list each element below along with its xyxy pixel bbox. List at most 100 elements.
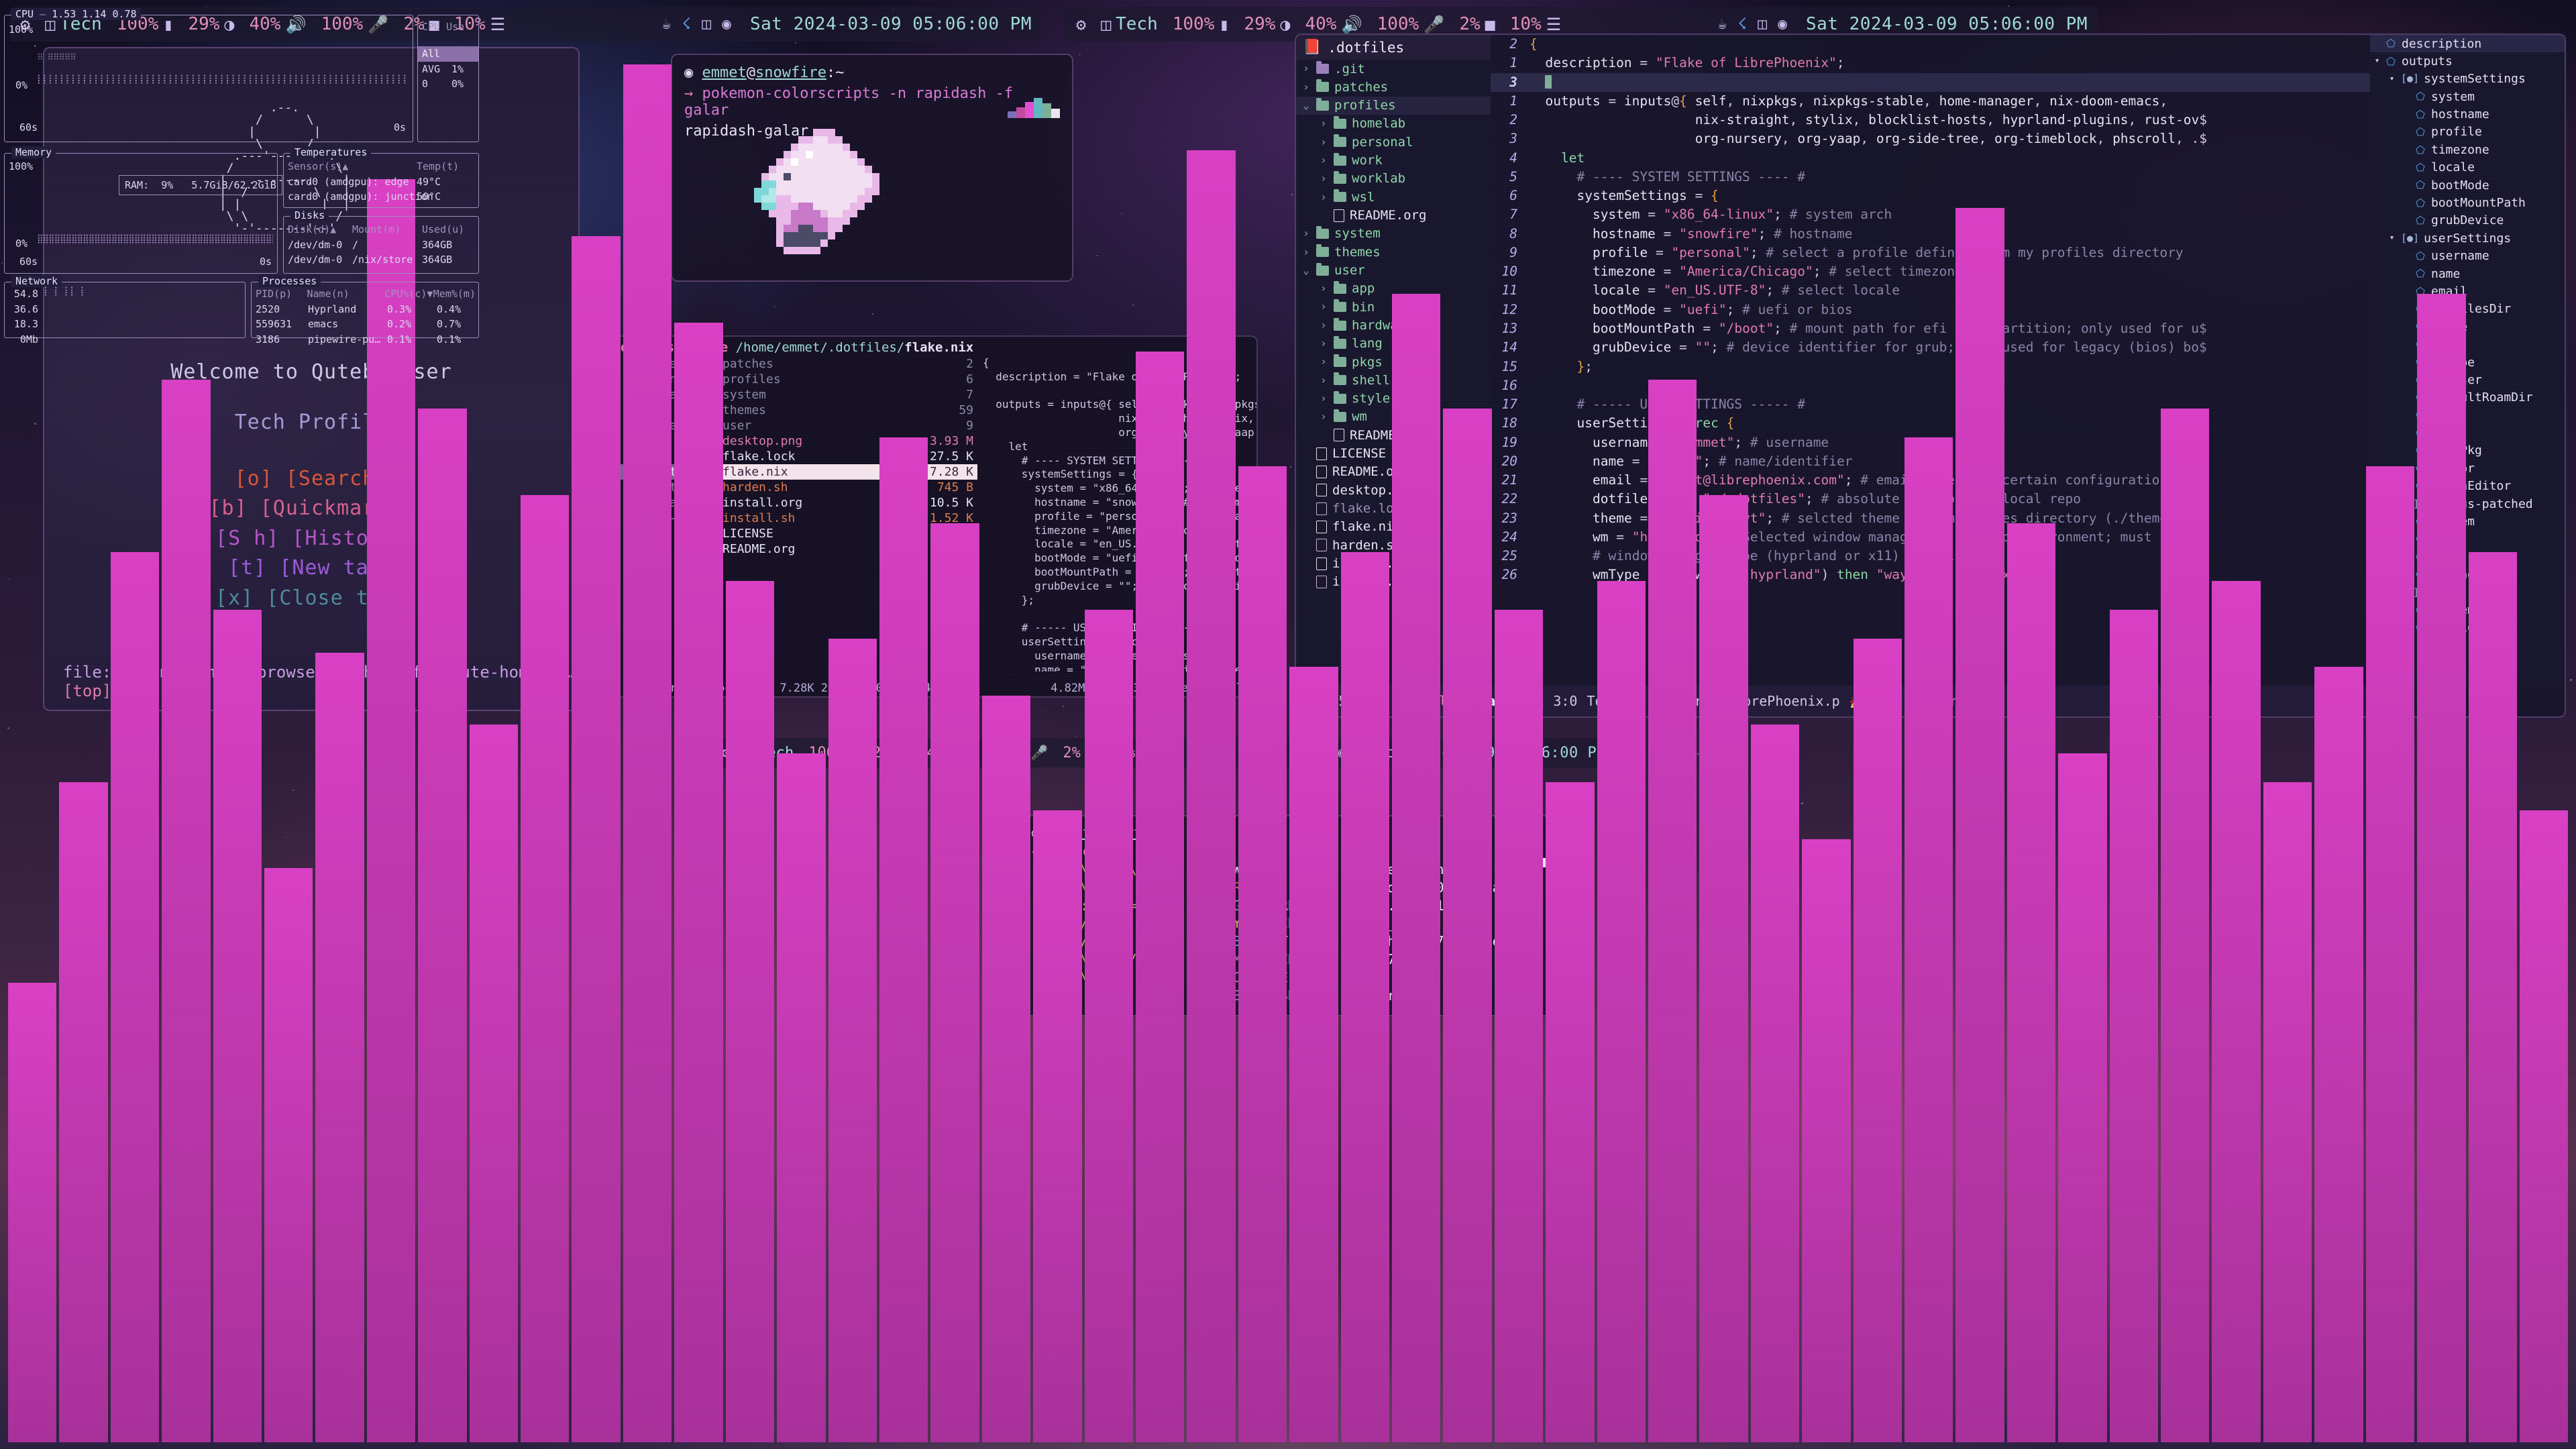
btop-disks-box[interactable]: Disks Disk(d)▲ Mount(m) Used(u) /dev/dm-0 / 3…	[283, 216, 479, 274]
cava-bar-48	[2469, 552, 2517, 1442]
btop-cpu-core-label: All	[422, 46, 451, 62]
btop-cpu-graph-peaks: ⣶ ⣶⣶⣶⣶⣶	[37, 50, 409, 60]
btop-disk-mount: /nix/store	[352, 252, 422, 268]
cava-bar-42	[2161, 409, 2209, 1442]
btop-cpu-legend-box[interactable]: CPU Use All AVG 1% 0 0%	[417, 15, 479, 142]
cava-bar-34	[1751, 724, 1799, 1442]
btop-proc-cpu: 0.2%	[387, 317, 437, 332]
btop-proc-name: emacs	[308, 317, 387, 332]
cava-bar-12	[623, 64, 672, 1442]
cava-bar-4	[213, 610, 262, 1442]
btop-network-graph: ⡇ ⡇ ⡇⡇ ⡇	[44, 286, 242, 333]
btop-proc-row[interactable]: 2520 Hyprland 0.3% 0.4%	[256, 302, 476, 317]
cava-bar-29	[1495, 610, 1543, 1442]
btop-temp-sensor: card0 (amdgpu): edge	[288, 174, 417, 190]
btop-mem-xleft: 60s	[19, 256, 38, 268]
btop-proc-pid: 3186	[256, 332, 308, 347]
btop-temp-header: Sensor(s)▲ Temp(t)	[288, 159, 474, 174]
btop-proc-row[interactable]: 559631 emacs 0.2% 0.7%	[256, 317, 476, 332]
btop-cpu-core-value: 0%	[451, 76, 464, 92]
btop-cpu-xleft: 60s	[19, 121, 38, 133]
cava-bar-11	[572, 236, 620, 1442]
cava-bar-17	[879, 437, 928, 1442]
cava-bar-22	[1136, 352, 1184, 1442]
btop-proc-cpu: 0.3%	[387, 302, 437, 317]
btop-cpu-ytop: 100%	[9, 23, 33, 36]
btop-memory-graph: ⣿⣿⣿⣿⣿⣿⣿⣿⣿⣿⣿⣿⣿⣿⣿⣿⣿⣿⣿⣿⣿⣿⣿⣿⣿⣿⣿⣿⣿⣿⣿⣿⣿⣿⣿⣿⣿⣿⣿⣿…	[37, 234, 273, 244]
cava-bar-14	[726, 581, 774, 1442]
cava-bar-24	[1238, 466, 1287, 1442]
btop-proc-row[interactable]: 3186 pipewire-pu… 0.1% 0.1%	[256, 332, 476, 347]
cava-bar-19	[982, 696, 1030, 1442]
cava-bar-3	[162, 380, 210, 1442]
cava-bar-20	[1033, 810, 1081, 1442]
cava-bar-28	[1443, 409, 1491, 1442]
cava-bar-27	[1392, 294, 1440, 1442]
btop-disk-header: Disk(d)▲ Mount(m) Used(u)	[288, 222, 474, 237]
cava-bar-36	[1854, 639, 1902, 1442]
btop-network-yaxis: 54.8 36.6 18.3 0Mb	[9, 286, 38, 347]
cava-bar-2	[111, 552, 159, 1442]
btop-proc-mem: 0.7%	[437, 317, 461, 332]
btop-temp-row: card0 (amdgpu): edge 49°C	[288, 174, 474, 190]
btop-temperatures-box[interactable]: Temperatures Sensor(s)▲ Temp(t) card0 (amd…	[283, 153, 479, 208]
cava-bar-49	[2520, 810, 2568, 1442]
btop-processes-box[interactable]: Processes PID(p) Name(n) CPU%(c)▼ Mem%(m) 25…	[251, 282, 479, 338]
btop-cpu-legend-row[interactable]: AVG 1%	[418, 62, 478, 77]
btop-cpu-core-label: AVG	[422, 62, 451, 77]
btop-temp-value: 50°C	[417, 189, 441, 205]
btop-disk-dev: /dev/dm-0	[288, 252, 352, 268]
cava-bar-8	[418, 409, 466, 1442]
cava-bar-46	[2366, 466, 2414, 1442]
cava-bar-0	[8, 983, 56, 1442]
cava-bar-39	[2007, 523, 2055, 1442]
desktop-root: ⚙ ◫ Tech 100% ▮ 29% ◑ 40% 🔊 100% 🎤 2% ■ …	[0, 0, 2576, 1449]
btop-disks-table: Disk(d)▲ Mount(m) Used(u)/dev/dm-0/364GB/d…	[288, 222, 474, 268]
cava-bar-15	[777, 753, 825, 1442]
cava-bar-44	[2263, 782, 2312, 1442]
cava-bar-30	[1546, 782, 1594, 1442]
btop-network-box[interactable]: Network 54.8 36.6 18.3 0Mb ⡇ ⡇ ⡇⡇ ⡇	[4, 282, 246, 338]
btop-disk-row: /dev/dm-0/nix/store 364GB	[288, 252, 474, 268]
cava-bar-31	[1597, 581, 1646, 1442]
btop-cpu-title: CPU – 1.53 1.14 0.78	[11, 8, 141, 20]
cava-bar-38	[1955, 208, 2004, 1442]
cava-bar-1	[59, 782, 107, 1442]
btop-temperatures-title: Temperatures	[290, 146, 371, 158]
cava-bar-16	[828, 639, 877, 1442]
cava-bar-23	[1187, 150, 1235, 1442]
btop-processes-title: Processes	[258, 275, 321, 287]
cava-bar-9	[470, 724, 518, 1442]
btop-proc-pid: 2520	[256, 302, 308, 317]
btop-cpu-graph: ⡇⡇⡇⡇⡇⡇⡇⡇⡇⡇⡇⡇⡇⡇⡇⡇⡇⡇⡇⡇⡇⡇⡇⡇⡇⡇⡇⡇⡇⡇⡇⡇⡇⡇⡇⡇⡇⡇⡇⡇…	[37, 74, 409, 85]
cava-bar-5	[264, 868, 313, 1442]
cava-bar-45	[2314, 667, 2363, 1442]
btop-proc-mem: 0.4%	[437, 302, 461, 317]
btop-net-ylabel: 54.8	[9, 286, 38, 302]
cava-bar-10	[521, 495, 569, 1442]
btop-disks-title: Disks	[290, 209, 329, 221]
btop-temperatures-table: Sensor(s)▲ Temp(t) card0 (amdgpu): edge 49°…	[288, 159, 474, 205]
cava-bar-37	[1904, 437, 1953, 1442]
btop-proc-mem: 0.1%	[437, 332, 461, 347]
btop-cpu-xright: 0s	[394, 121, 406, 133]
btop-proc-cpu: 0.1%	[387, 332, 437, 347]
btop-cpu-box[interactable]: CPU – 1.53 1.14 0.78 100% 0% ⡇⡇⡇⡇⡇⡇⡇⡇⡇⡇⡇…	[4, 15, 413, 142]
btop-cpu-legend-rows: All AVG 1% 0 0%	[418, 46, 478, 92]
btop-disk-dev: /dev/dm-0	[288, 237, 352, 253]
btop-cpu-core-label: 0	[422, 76, 451, 92]
btop-processes-table: PID(p) Name(n) CPU%(c)▼ Mem%(m) 2520 Hyprland…	[256, 286, 476, 347]
cava-bar-25	[1289, 667, 1338, 1442]
btop-proc-header: PID(p) Name(n) CPU%(c)▼ Mem%(m)	[256, 286, 476, 302]
cava-bar-43	[2212, 581, 2260, 1442]
btop-cpu-core-value: 1%	[451, 62, 464, 77]
btop-memory-box[interactable]: Memory 100% 0% RAM: 9% 5.7GiB/62.2GiB ⣿⣿…	[4, 153, 278, 274]
btop-memory-title: Memory	[11, 146, 56, 158]
btop-cpu-legend-row[interactable]: All	[418, 46, 478, 62]
cava-bar-26	[1341, 552, 1389, 1442]
btop-mem-xright: 0s	[260, 256, 272, 268]
btop-disk-mount: /	[352, 237, 422, 253]
btop-cpu-legend-row[interactable]: 0 0%	[418, 76, 478, 92]
btop-disk-row: /dev/dm-0 / 364GB	[288, 237, 474, 253]
cava-bar-33	[1699, 495, 1748, 1442]
